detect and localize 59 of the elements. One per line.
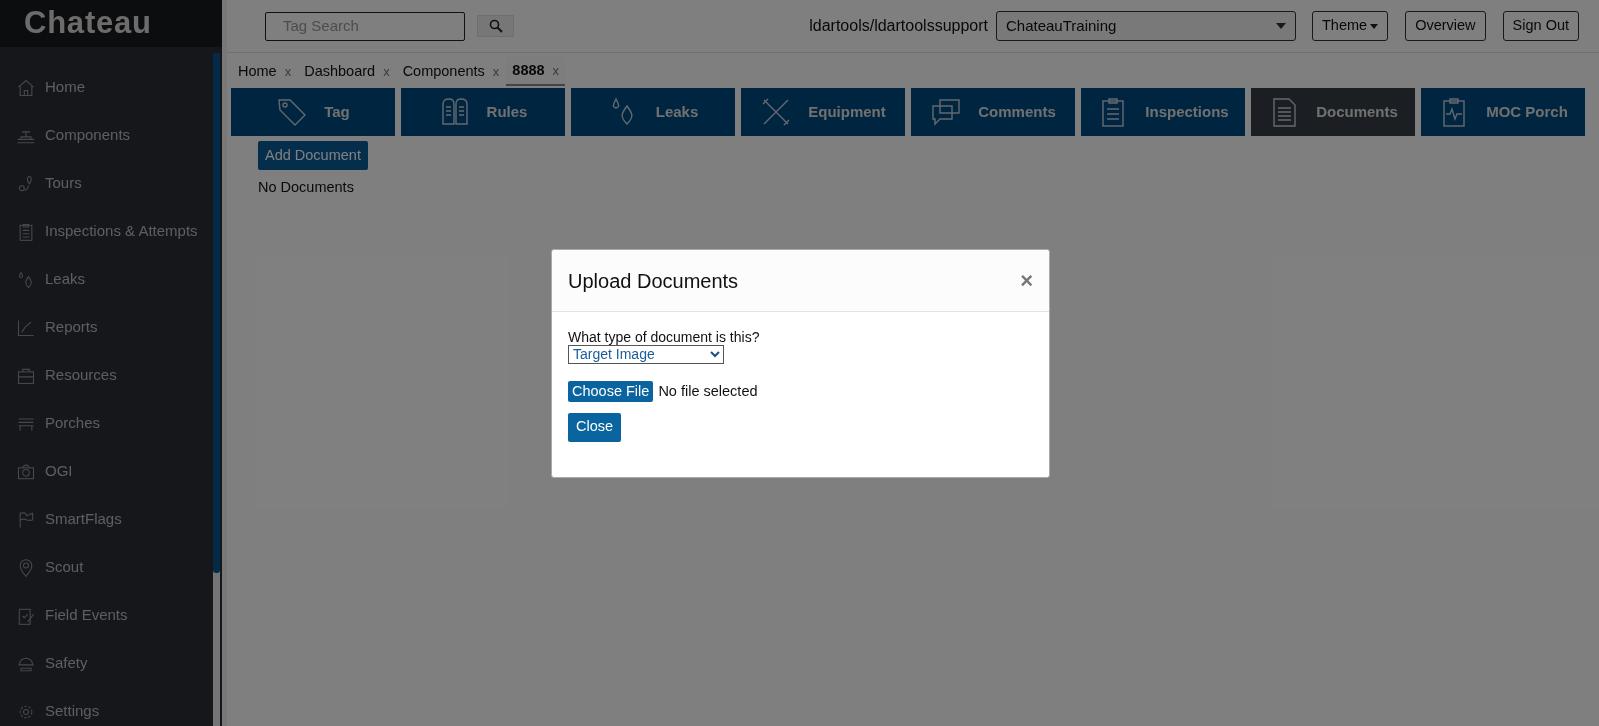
section-tab[interactable]: Rules xyxy=(401,88,565,136)
search-button[interactable] xyxy=(477,15,514,37)
house-icon xyxy=(16,77,36,98)
tab-close[interactable]: x xyxy=(383,61,390,82)
speech-bubbles-icon xyxy=(930,96,963,128)
section-tab[interactable]: Documents xyxy=(1251,88,1415,136)
tab-label: 8888 xyxy=(512,60,545,80)
close-dialog-button[interactable]: Close xyxy=(568,412,622,442)
open-tab[interactable]: Home x xyxy=(232,57,298,86)
tab-label: Dashboard xyxy=(304,61,376,81)
select-value: ChateauTraining xyxy=(1006,15,1117,36)
sidebar-item[interactable]: Safety xyxy=(0,639,212,688)
header-button[interactable]: Sign Out xyxy=(1502,11,1579,41)
sidebar-item[interactable]: SmartFlags xyxy=(0,495,212,544)
section-tab[interactable]: Tag xyxy=(231,88,395,136)
sidebar-item[interactable]: Settings xyxy=(0,687,212,726)
section-tab[interactable]: MOC Porch xyxy=(1421,88,1585,136)
section-tab[interactable]: Comments xyxy=(911,88,1075,136)
select-value: Target Image xyxy=(573,345,655,364)
open-tab[interactable]: Components x xyxy=(396,57,506,86)
sidebar-item[interactable]: Inspections & Attempts xyxy=(0,207,212,256)
file-status: No file selected xyxy=(658,382,758,401)
tab-label: Home xyxy=(238,61,277,81)
database-select[interactable]: ChateauTraining xyxy=(996,11,1296,41)
choose-file-button[interactable]: Choose File xyxy=(568,381,654,403)
sidebar-item[interactable]: Resources xyxy=(0,351,212,400)
close-button[interactable]: × xyxy=(1020,269,1033,292)
header-button[interactable]: Overview xyxy=(1405,11,1486,41)
section-tab[interactable]: Equipment xyxy=(741,88,905,136)
section-tab[interactable]: Leaks xyxy=(571,88,735,136)
scrollbar[interactable] xyxy=(213,53,220,726)
sidebar-item[interactable]: Field Events xyxy=(0,591,212,640)
sidebar-item[interactable]: Reports xyxy=(0,303,212,352)
modal-backdrop[interactable] xyxy=(0,0,1599,726)
tab-label: Components xyxy=(402,61,485,81)
user-name: ldartools/ldartoolssupport xyxy=(809,16,988,36)
caret-icon xyxy=(1276,23,1286,29)
sidebar-item[interactable]: Components xyxy=(0,111,212,160)
theme-dropdown[interactable]: Theme xyxy=(1312,11,1389,41)
sidebar-item[interactable]: Tours xyxy=(0,159,212,208)
tab-close[interactable]: x xyxy=(552,60,560,81)
add-document-button[interactable]: Add Document xyxy=(258,141,368,170)
sidebar-item[interactable]: Home xyxy=(0,63,212,112)
empty-message: No Documents xyxy=(258,178,354,197)
section-tab[interactable]: Inspections xyxy=(1081,88,1245,136)
search-icon xyxy=(488,19,503,33)
sidebar-item[interactable]: Leaks xyxy=(0,255,212,304)
caret-icon xyxy=(1370,23,1379,29)
sidebar-item[interactable]: OGI xyxy=(0,447,212,496)
sidebar-item[interactable]: Porches xyxy=(0,399,212,448)
open-tab[interactable]: Dashboard x xyxy=(298,57,396,86)
sidebar-item[interactable]: Scout xyxy=(0,543,212,592)
document-type-select[interactable]: Target Image xyxy=(568,345,724,364)
question-label: What type of document is this? xyxy=(568,329,760,345)
dialog-title: Upload Documents xyxy=(568,268,739,294)
tab-close[interactable]: x xyxy=(284,61,292,82)
logo[interactable]: Chateau xyxy=(24,0,152,47)
tab-close[interactable]: x xyxy=(492,61,500,82)
chevron-icon xyxy=(710,351,720,358)
